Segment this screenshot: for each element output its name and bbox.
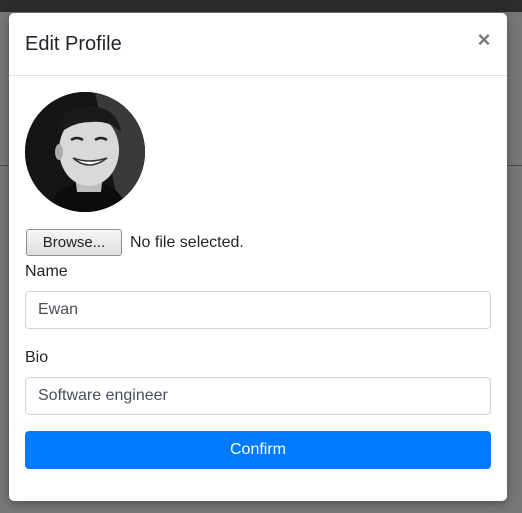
modal-header: Edit Profile × — [9, 13, 507, 76]
modal-title: Edit Profile — [25, 33, 122, 55]
browse-button[interactable]: Browse... — [26, 229, 122, 256]
avatar — [25, 92, 145, 212]
page-topbar — [0, 0, 522, 12]
confirm-button[interactable]: Confirm — [25, 431, 491, 469]
file-status: No file selected. — [130, 234, 244, 251]
name-label: Name — [25, 263, 68, 280]
close-icon[interactable]: × — [473, 27, 495, 53]
name-input[interactable]: Ewan — [25, 291, 491, 329]
edit-profile-modal: Edit Profile × Browse... No file selecte… — [9, 13, 507, 501]
bio-input[interactable]: Software engineer — [25, 377, 491, 415]
bio-label: Bio — [25, 349, 49, 366]
